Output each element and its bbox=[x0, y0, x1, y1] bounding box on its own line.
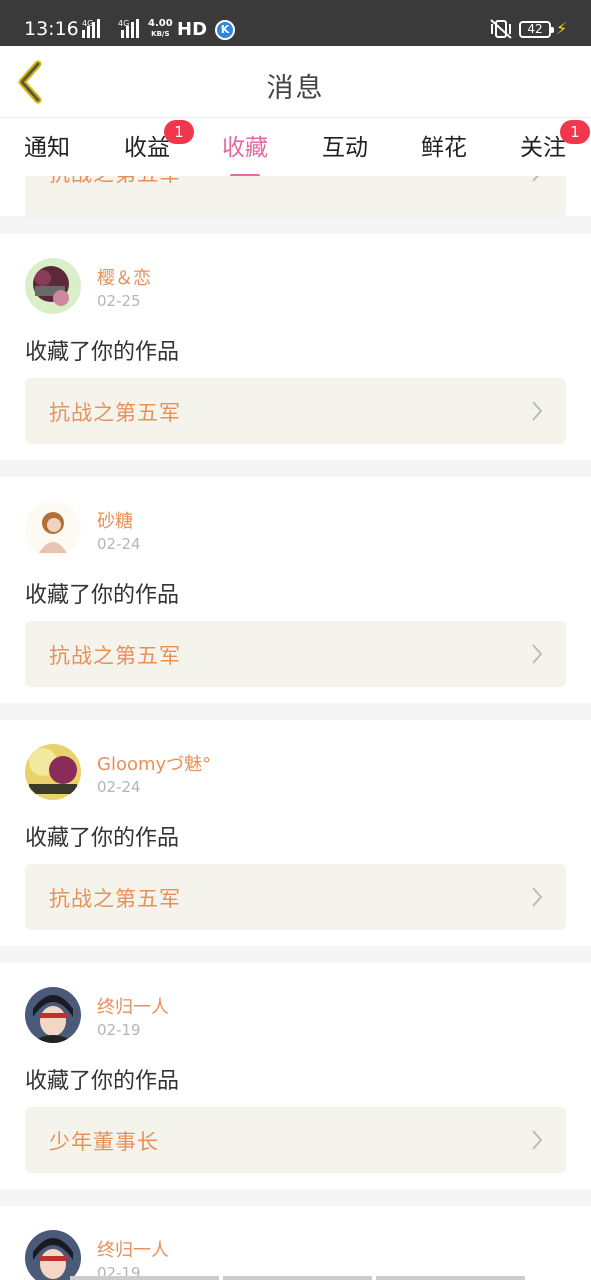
action-text: 收藏了你的作品 bbox=[25, 1069, 180, 1094]
user-name[interactable]: 终归一人 bbox=[97, 1236, 169, 1262]
tab-label: 通知 bbox=[24, 135, 70, 161]
date: 02-25 bbox=[97, 292, 141, 310]
work-link[interactable]: 抗战之第五军 bbox=[25, 176, 566, 218]
signal-icon bbox=[82, 18, 100, 38]
vibrate-mute-icon bbox=[490, 19, 512, 39]
work-link[interactable]: 抗战之第五军 bbox=[25, 621, 566, 687]
date: 02-24 bbox=[97, 778, 141, 796]
status-time: 13:16 bbox=[24, 18, 79, 40]
chevron-right-icon bbox=[532, 644, 543, 664]
work-link[interactable]: 抗战之第五军 bbox=[25, 378, 566, 444]
action-text: 收藏了你的作品 bbox=[25, 340, 180, 365]
signal-icon-2 bbox=[121, 18, 139, 38]
user-name[interactable]: 终归一人 bbox=[97, 993, 169, 1019]
tab-flowers[interactable]: 鲜花 bbox=[421, 128, 467, 162]
list-item: 终归一人 02-19 收藏了你的作品 少年董事长 bbox=[0, 963, 591, 1189]
app-header: 消息 bbox=[0, 46, 591, 118]
tab-bar: 通知 收益 1 收藏 互动 鲜花 关注 1 bbox=[0, 118, 591, 178]
battery-icon: 42 bbox=[519, 21, 554, 38]
hd-indicator: HD bbox=[177, 19, 208, 40]
work-link[interactable]: 少年董事长 bbox=[25, 1107, 566, 1173]
charging-icon: ⚡ bbox=[556, 19, 568, 38]
user-name[interactable]: 樱＆恋 bbox=[97, 264, 151, 290]
work-link[interactable]: 抗战之第五军 bbox=[25, 864, 566, 930]
tab-favorites[interactable]: 收藏 bbox=[222, 128, 268, 178]
avatar[interactable] bbox=[25, 987, 81, 1043]
avatar[interactable] bbox=[25, 744, 81, 800]
list-item: 樱＆恋 02-25 收藏了你的作品 抗战之第五军 bbox=[0, 234, 591, 460]
avatar[interactable] bbox=[25, 1230, 81, 1280]
chevron-right-icon bbox=[532, 1130, 543, 1150]
tab-label: 收益 bbox=[124, 135, 170, 161]
work-title: 抗战之第五军 bbox=[49, 401, 181, 425]
tab-earnings[interactable]: 收益 1 bbox=[124, 120, 194, 162]
list-item: 抗战之第五军 bbox=[0, 176, 591, 218]
chevron-right-icon bbox=[532, 887, 543, 907]
tab-label: 互动 bbox=[322, 135, 368, 161]
scroll-hint bbox=[70, 1276, 525, 1280]
list-item: 砂糖 02-24 收藏了你的作品 抗战之第五军 bbox=[0, 477, 591, 703]
message-list[interactable]: 抗战之第五军 樱＆恋 02-25 收藏了你的作品 抗战之第五军 砂糖 02-24 bbox=[0, 176, 591, 1280]
chevron-right-icon bbox=[532, 401, 543, 421]
tab-label: 关注 bbox=[520, 135, 566, 161]
work-title: 抗战之第五军 bbox=[49, 887, 181, 911]
network-speed: 4.00 KB/S bbox=[148, 18, 173, 39]
avatar[interactable] bbox=[25, 501, 81, 557]
user-name[interactable]: 砂糖 bbox=[97, 507, 133, 533]
avatar[interactable] bbox=[25, 258, 81, 314]
unread-badge: 1 bbox=[560, 120, 590, 144]
user-name[interactable]: Gloomyづ魅° bbox=[97, 750, 211, 776]
work-title: 抗战之第五军 bbox=[49, 176, 181, 188]
page-title: 消息 bbox=[266, 73, 325, 104]
action-text: 收藏了你的作品 bbox=[25, 583, 180, 608]
tab-interactions[interactable]: 互动 bbox=[322, 128, 368, 162]
unread-badge: 1 bbox=[164, 120, 194, 144]
tab-label: 鲜花 bbox=[421, 135, 467, 161]
tab-notifications[interactable]: 通知 bbox=[24, 128, 70, 162]
tab-label: 收藏 bbox=[222, 135, 268, 161]
date: 02-19 bbox=[97, 1021, 141, 1039]
list-item: Gloomyづ魅° 02-24 收藏了你的作品 抗战之第五军 bbox=[0, 720, 591, 946]
list-item: 终归一人 02-19 bbox=[0, 1206, 591, 1280]
action-text: 收藏了你的作品 bbox=[25, 826, 180, 851]
chevron-right-icon bbox=[532, 176, 539, 182]
work-title: 抗战之第五军 bbox=[49, 644, 181, 668]
status-bar: 13:16 4G 4G 4.00 KB/S HD K 42 ⚡ bbox=[0, 0, 591, 46]
date: 02-24 bbox=[97, 535, 141, 553]
work-title: 少年董事长 bbox=[49, 1130, 159, 1154]
tab-follows[interactable]: 关注 1 bbox=[520, 120, 590, 162]
k-app-icon: K bbox=[215, 20, 235, 40]
